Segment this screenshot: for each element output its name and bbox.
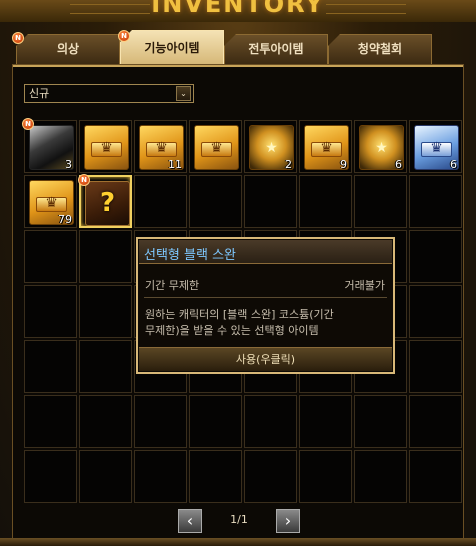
prev-page-button[interactable]: ‹ xyxy=(178,509,202,533)
inventory-slot[interactable]: ♛ 79 xyxy=(24,175,77,228)
crown-icon: ♛ xyxy=(320,140,333,156)
inventory-slot[interactable]: ♛ xyxy=(189,120,242,173)
inventory-slot[interactable] xyxy=(79,395,132,448)
ticket-icon[interactable]: ♛ xyxy=(194,125,239,170)
inventory-slot[interactable] xyxy=(24,395,77,448)
inventory-slot[interactable] xyxy=(409,340,462,393)
star-icon: ★ xyxy=(265,140,278,156)
inventory-slot[interactable] xyxy=(409,230,462,283)
inventory-slot[interactable] xyxy=(24,230,77,283)
crown-icon: ♛ xyxy=(45,195,58,211)
title-bar: INVENTORY xyxy=(0,0,476,22)
tooltip-item-name: 선택형 블랙 스완 xyxy=(144,248,236,263)
new-badge-icon: N xyxy=(78,174,90,186)
tooltip-info-row: 기간 무제한 거래불가 xyxy=(145,277,385,292)
inventory-slot[interactable] xyxy=(134,395,187,448)
inventory-slot[interactable] xyxy=(134,175,187,228)
inventory-slot[interactable]: 3N xyxy=(22,118,77,173)
crown-icon: ♛ xyxy=(430,140,443,156)
item-count: 11 xyxy=(168,158,182,171)
crown-icon: ♛ xyxy=(100,140,113,156)
item-count: 2 xyxy=(285,158,292,171)
inventory-slot[interactable] xyxy=(244,450,297,503)
inventory-slot[interactable] xyxy=(299,175,352,228)
inventory-slot[interactable] xyxy=(409,395,462,448)
inventory-window: INVENTORY N 의상 N 기능아이템 전투아이템 청약철회 신규 ⌄ 3… xyxy=(0,0,476,546)
next-page-button[interactable]: › xyxy=(276,509,300,533)
tooltip-divider xyxy=(144,297,387,298)
page-indicator: 1/1 xyxy=(230,513,248,526)
inventory-slot[interactable] xyxy=(354,395,407,448)
inventory-slot[interactable] xyxy=(189,450,242,503)
pagination: ‹ 1/1 › xyxy=(178,509,300,533)
inventory-slot[interactable] xyxy=(79,230,132,283)
inventory-slot[interactable] xyxy=(409,450,462,503)
inventory-slot[interactable]: ♛ 9 xyxy=(299,120,352,173)
inventory-slot[interactable] xyxy=(299,395,352,448)
use-button[interactable]: 사용(우클릭) xyxy=(139,347,392,371)
window-title: INVENTORY xyxy=(151,0,325,18)
inventory-slot[interactable]: ♛ 6 xyxy=(409,120,462,173)
tooltip-desc-line: 원하는 캐릭터의 [블랙 스완] 코스튬(기간 xyxy=(145,308,334,321)
tooltip-trade-status: 거래불가 xyxy=(344,279,385,292)
inventory-slot[interactable] xyxy=(354,175,407,228)
bottom-frame-border xyxy=(0,538,476,546)
filter-selected: 신규 xyxy=(29,87,50,100)
inventory-slot[interactable] xyxy=(299,450,352,503)
tab-battle-items[interactable]: 전투아이템 xyxy=(224,34,328,64)
inventory-slot[interactable] xyxy=(409,285,462,338)
star-icon: ★ xyxy=(375,140,388,156)
inventory-slot[interactable] xyxy=(409,175,462,228)
mystery-box-icon[interactable]: ? xyxy=(85,181,130,226)
inventory-slot[interactable] xyxy=(244,395,297,448)
item-count: 3 xyxy=(65,158,72,171)
inventory-slot[interactable] xyxy=(79,285,132,338)
inventory-slot[interactable]: ? N xyxy=(78,174,132,228)
tooltip-header: 선택형 블랙 스완 xyxy=(139,240,392,264)
tab-withdrawal[interactable]: 청약철회 xyxy=(328,34,432,64)
new-badge-icon: N xyxy=(12,32,24,44)
inventory-slot[interactable] xyxy=(354,450,407,503)
item-count: 6 xyxy=(395,158,402,171)
tab-function-items[interactable]: 기능아이템 xyxy=(120,30,224,64)
new-badge-icon: N xyxy=(118,30,130,42)
crown-icon: ♛ xyxy=(155,140,168,156)
inventory-slot[interactable]: ♛ 11 xyxy=(134,120,187,173)
inventory-slot[interactable] xyxy=(79,340,132,393)
inventory-slot[interactable] xyxy=(134,450,187,503)
inventory-slot[interactable] xyxy=(24,340,77,393)
inventory-slot[interactable] xyxy=(24,450,77,503)
inventory-slot[interactable] xyxy=(189,175,242,228)
inventory-slot[interactable]: ★ 2 xyxy=(244,120,297,173)
tooltip-duration: 기간 무제한 xyxy=(145,279,200,292)
tooltip-desc-line: 무제한)을 받을 수 있는 선택형 아이템 xyxy=(145,324,319,337)
inventory-slot[interactable] xyxy=(189,395,242,448)
tab-bar: N 의상 N 기능아이템 전투아이템 청약철회 xyxy=(8,30,468,64)
tab-costume[interactable]: 의상 xyxy=(16,34,120,64)
chevron-down-icon[interactable]: ⌄ xyxy=(176,86,191,101)
ticket-icon[interactable]: ♛ xyxy=(84,125,129,170)
crown-icon: ♛ xyxy=(210,140,223,156)
inventory-slot[interactable]: ★ 6 xyxy=(354,120,407,173)
inventory-slot[interactable] xyxy=(79,450,132,503)
new-badge-icon: N xyxy=(22,118,34,130)
item-count: 6 xyxy=(450,158,457,171)
question-mark-icon: ? xyxy=(99,188,116,218)
inventory-slot[interactable] xyxy=(24,285,77,338)
inventory-panel: 신규 ⌄ 3 N ♛ ♛ 11 ♛ ★ 2 ♛ 9 ★ 6 ♛ 6 ♛ 79? N 선택형 블랙 스완 기간 무… xyxy=(12,64,464,546)
inventory-slot[interactable] xyxy=(244,175,297,228)
item-tooltip: 선택형 블랙 스완 기간 무제한 거래불가 원하는 캐릭터의 [블랙 스완] 코… xyxy=(136,237,395,374)
panel-top-border xyxy=(13,65,463,67)
tooltip-description: 원하는 캐릭터의 [블랙 스완] 코스튬(기간 무제한)을 받을 수 있는 선택… xyxy=(145,307,385,339)
item-count: 9 xyxy=(340,158,347,171)
filter-dropdown[interactable]: 신규 ⌄ xyxy=(24,84,194,103)
item-count: 79 xyxy=(58,213,72,226)
inventory-slot[interactable]: ♛ xyxy=(79,120,132,173)
